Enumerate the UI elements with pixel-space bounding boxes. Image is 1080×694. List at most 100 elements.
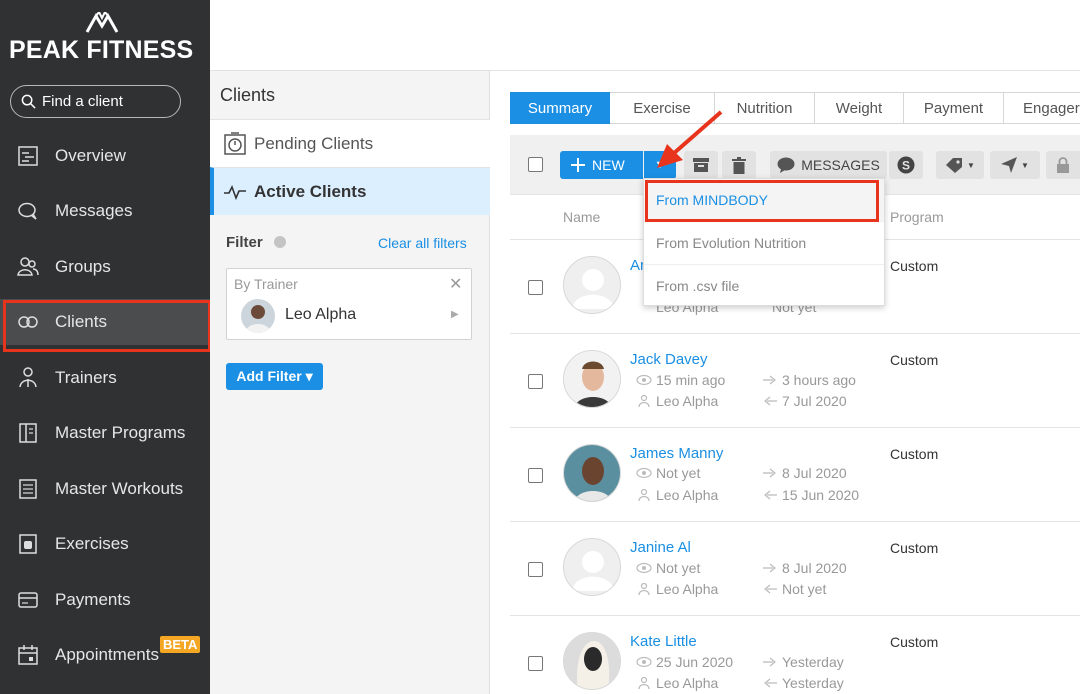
column-header-program[interactable]: Program (890, 209, 944, 225)
plus-icon (571, 158, 585, 172)
menu-item-from-csv-file[interactable]: From .csv file (644, 264, 884, 306)
nav-item-payments[interactable]: Payments (0, 577, 210, 623)
nav-label: Trainers (55, 368, 117, 387)
program-label: Custom (890, 540, 939, 556)
eye-icon (636, 467, 652, 479)
arrow-right-icon (763, 375, 776, 385)
menu-item-from-evolution-nutrition[interactable]: From Evolution Nutrition (644, 221, 884, 263)
trainer-meta: Leo Alpha (636, 487, 718, 503)
table-row[interactable]: James Manny Not yet 8 Jul 2020 Leo Alpha… (510, 427, 1080, 521)
brand-logo[interactable]: PEAK FITNESS (0, 12, 200, 64)
trainer-meta: Leo Alpha (636, 393, 718, 409)
messages-icon (18, 202, 37, 220)
nav-item-master-programs[interactable]: Master Programs (0, 410, 210, 456)
arrow-right-icon (763, 563, 776, 573)
nav-item-clients[interactable]: Clients (0, 299, 211, 352)
tab-exercise[interactable]: Exercise (610, 92, 715, 124)
client-name-link[interactable]: James Manny (630, 445, 723, 462)
trainers-icon (19, 367, 37, 388)
nav-item-groups[interactable]: Groups (0, 244, 210, 290)
lock-button[interactable] (1046, 151, 1080, 179)
tab-weight[interactable]: Weight (815, 92, 904, 124)
nav-item-appointments[interactable]: Appointments BETA (0, 632, 210, 678)
messages-button[interactable]: MESSAGES (770, 151, 887, 179)
client-name-link[interactable]: Kate Little (630, 633, 697, 650)
row-checkbox[interactable] (528, 468, 543, 483)
avatar (563, 256, 621, 314)
tag-icon (946, 158, 963, 173)
row-checkbox[interactable] (528, 562, 543, 577)
nav-label: Appointments (55, 645, 159, 664)
row-checkbox[interactable] (528, 280, 543, 295)
nav-label: Master Workouts (55, 479, 184, 498)
tab-nutrition[interactable]: Nutrition (715, 92, 815, 124)
clock-icon (224, 132, 246, 155)
brand-name: PEAK FITNESS (9, 36, 194, 64)
arrow-left-icon (764, 584, 777, 594)
nav-item-master-workouts[interactable]: Master Workouts (0, 466, 210, 512)
tag-button[interactable]: ▼ (936, 151, 984, 179)
clear-filters-link[interactable]: Clear all filters (378, 235, 467, 251)
delete-button[interactable] (722, 151, 756, 179)
tab-payment[interactable]: Payment (904, 92, 1004, 124)
eye-icon (636, 374, 652, 386)
avatar (563, 444, 621, 502)
started-meta: 15 Jun 2020 (762, 487, 859, 503)
groups-icon (17, 257, 39, 276)
avatar (563, 350, 621, 408)
new-client-button[interactable]: NEW (560, 151, 643, 179)
last-trained-meta: 8 Jul 2020 (762, 465, 847, 481)
nav-item-messages[interactable]: Messages (0, 188, 210, 234)
skype-button[interactable]: S (889, 151, 923, 179)
row-checkbox[interactable] (528, 656, 543, 671)
lock-icon (1057, 157, 1069, 173)
chevron-down-icon: ▼ (967, 160, 975, 170)
active-clients-label: Active Clients (254, 182, 367, 201)
add-filter-button[interactable]: Add Filter ▾ (226, 363, 323, 390)
archive-button[interactable] (684, 151, 718, 179)
pending-clients-link[interactable]: Pending Clients (210, 119, 490, 167)
select-all-checkbox[interactable] (528, 157, 543, 172)
column-header-name[interactable]: Name (563, 209, 600, 225)
archive-icon (693, 158, 709, 172)
master-programs-icon (19, 423, 37, 443)
panel-title: Clients (220, 85, 276, 105)
nav-item-exercises[interactable]: Exercises (0, 521, 210, 567)
menu-item-from-mindbody[interactable]: From MINDBODY (644, 179, 884, 221)
view-tabs: Summary Exercise Nutrition Weight Paymen… (510, 92, 1080, 124)
trainer-icon (638, 395, 650, 407)
send-button[interactable]: ▼ (990, 151, 1040, 179)
trainer-filter-caption: By Trainer (234, 276, 298, 292)
find-client-label: Find a client (42, 93, 123, 110)
info-icon[interactable] (274, 236, 286, 248)
new-dropdown-toggle[interactable]: ▼ (644, 151, 676, 179)
search-icon (21, 94, 36, 109)
tab-engager[interactable]: Engager (1004, 92, 1080, 124)
started-meta: Yesterday (762, 675, 844, 691)
row-checkbox[interactable] (528, 374, 543, 389)
started-meta: Not yet (762, 581, 826, 597)
trainer-filter[interactable]: By Trainer ✕ Leo Alpha ▶ (226, 268, 472, 340)
nav-label: Clients (55, 312, 107, 331)
arrow-right-icon (763, 468, 776, 478)
close-icon[interactable]: ✕ (449, 274, 462, 294)
nav-item-trainers[interactable]: Trainers (0, 355, 210, 401)
nav-label: Overview (55, 146, 126, 165)
table-row[interactable]: Jack Davey 15 min ago 3 hours ago Leo Al… (510, 333, 1080, 427)
table-row[interactable]: Janine Al Not yet 8 Jul 2020 Leo Alpha N… (510, 521, 1080, 615)
find-client-search[interactable]: Find a client (10, 85, 181, 118)
nav-item-overview[interactable]: Overview (0, 133, 210, 179)
tab-summary[interactable]: Summary (510, 92, 610, 124)
client-name-link[interactable]: Janine Al (630, 539, 691, 556)
trainer-icon (638, 489, 650, 501)
trainer-icon (638, 677, 650, 689)
avatar (563, 538, 621, 596)
last-seen-meta: 25 Jun 2020 (636, 654, 733, 670)
overview-icon (18, 146, 38, 166)
trainer-name: Leo Alpha (285, 306, 357, 323)
active-clients-link[interactable]: Active Clients (210, 167, 490, 215)
paper-plane-icon (1001, 157, 1018, 173)
client-name-link[interactable]: Jack Davey (630, 351, 708, 368)
table-row[interactable]: Kate Little 25 Jun 2020 Yesterday Leo Al… (510, 615, 1080, 694)
chevron-down-icon: ▼ (1021, 160, 1029, 170)
